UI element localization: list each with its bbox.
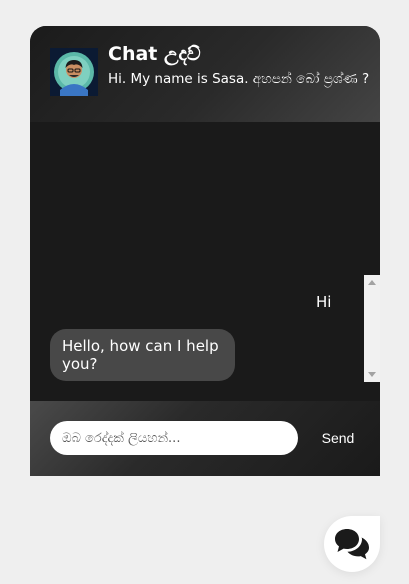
user-avatar-icon [50, 48, 98, 96]
composer-bar: Send [30, 401, 380, 476]
scroll-up-arrow-icon[interactable] [368, 280, 376, 285]
scroll-down-arrow-icon[interactable] [368, 372, 376, 377]
send-button[interactable]: Send [310, 421, 366, 455]
message-scrollbar[interactable] [364, 275, 380, 382]
chat-title: Chat උදව් [108, 43, 201, 65]
bot-message: Hello, how can I help you? [50, 329, 235, 381]
avatar [50, 48, 98, 96]
chat-launcher-button[interactable] [324, 516, 380, 572]
message-input[interactable] [50, 421, 298, 455]
chat-widget: Chat උදව් Hi. My name is Sasa. අහපන් බෝ … [30, 26, 380, 476]
chat-bubbles-icon [335, 529, 369, 560]
chat-header: Chat උදව් Hi. My name is Sasa. අහපන් බෝ … [30, 26, 380, 122]
user-message: Hi [316, 293, 332, 311]
message-list[interactable]: Hi Hello, how can I help you? [30, 122, 380, 401]
chat-subtitle: Hi. My name is Sasa. අහපන් බෝ ප්‍රශ්ණ ? [108, 71, 370, 87]
